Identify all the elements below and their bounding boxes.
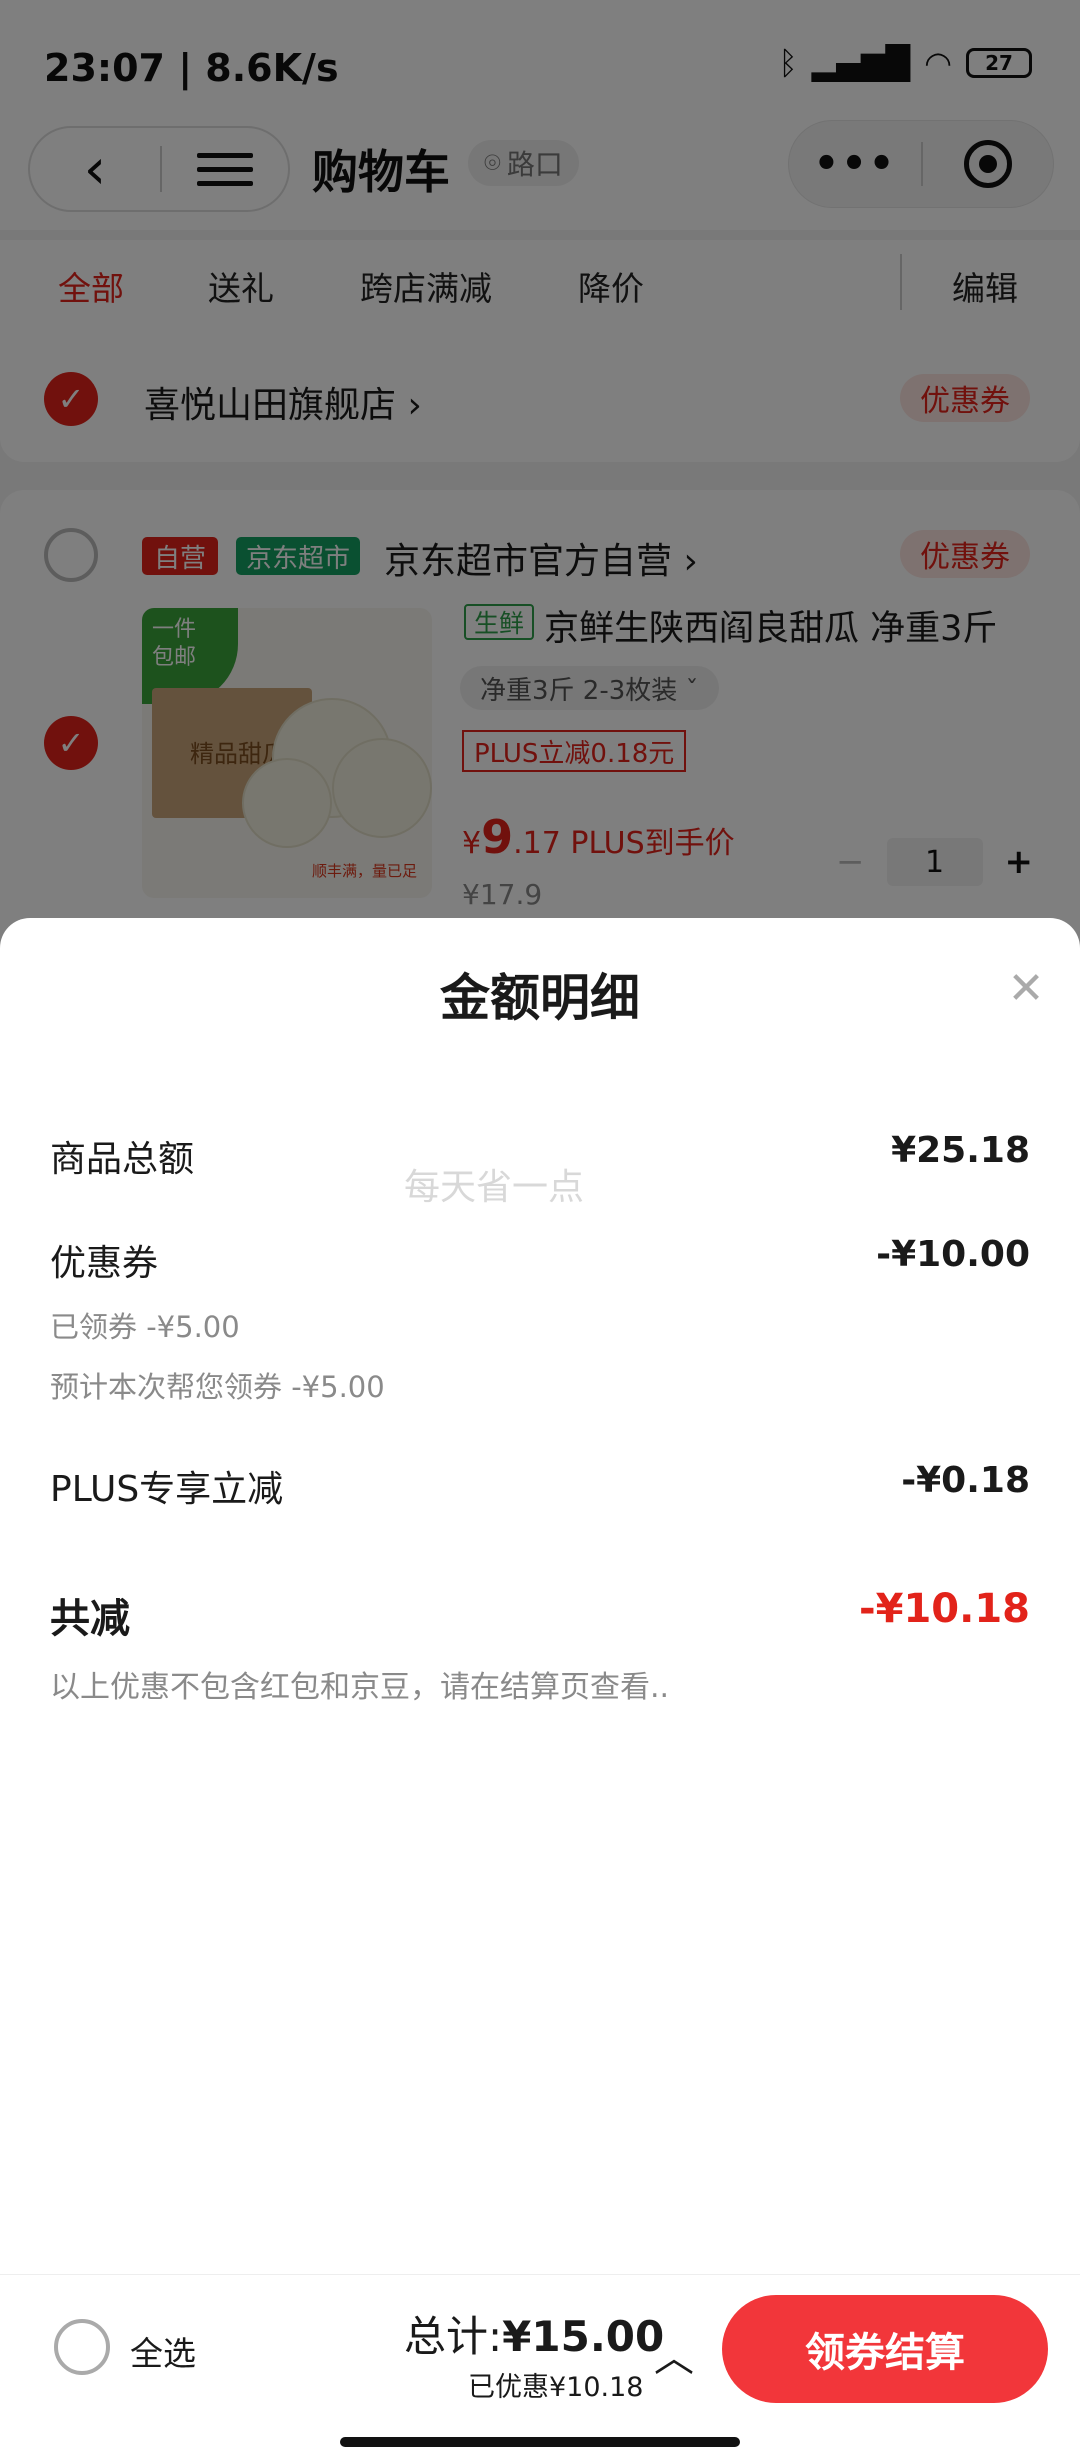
chevron-up-icon: ︿ xyxy=(654,2335,694,2381)
total-sum: 总计:¥15.00 xyxy=(404,2303,664,2364)
coupon-claimed: 已领券 -¥5.00 xyxy=(50,1310,240,1344)
plus-discount-label: PLUS专享立减 xyxy=(50,1469,284,1510)
total-discount-value: -¥10.18 xyxy=(859,1586,1030,1632)
coupon-estimated: 预计本次帮您领券 -¥5.00 xyxy=(50,1370,385,1404)
close-button[interactable]: ✕ xyxy=(998,960,1054,1016)
saved-amount: 已优惠¥10.18 xyxy=(468,2372,644,2403)
goods-total-label: 商品总额 xyxy=(50,1139,195,1180)
goods-total-value: ¥25.18 xyxy=(891,1130,1030,1171)
amount-detail-sheet: 金额明细 ✕ 每天省一点 商品总额 ¥25.18 优惠券 -¥10.00 已领券… xyxy=(0,918,1080,2274)
coupon-value: -¥10.00 xyxy=(876,1234,1030,1275)
coupon-label: 优惠券 xyxy=(50,1243,159,1284)
home-indicator[interactable] xyxy=(340,2437,740,2447)
checkout-button[interactable]: 领券结算 xyxy=(722,2295,1048,2403)
total-discount-label: 共减 xyxy=(50,1596,130,1642)
select-all-checkbox[interactable] xyxy=(54,2319,110,2375)
sheet-title: 金额明细 xyxy=(440,969,640,1027)
checkout-bar: 全选 总计:¥15.00 已优惠¥10.18 ︿ 领券结算 xyxy=(0,2274,1080,2460)
discount-note: 以上优惠不包含红包和京豆，请在结算页查看.. xyxy=(50,1670,670,1705)
total-label: 总计: xyxy=(404,2312,503,2361)
select-all-label[interactable]: 全选 xyxy=(130,2327,196,2375)
expand-details-button[interactable]: ︿ xyxy=(654,2325,694,2383)
watermark: 每天省一点 xyxy=(404,1167,585,1208)
plus-discount-value: -¥0.18 xyxy=(901,1460,1030,1501)
total-value: ¥15.00 xyxy=(502,2312,665,2361)
close-icon: ✕ xyxy=(1007,962,1045,1014)
